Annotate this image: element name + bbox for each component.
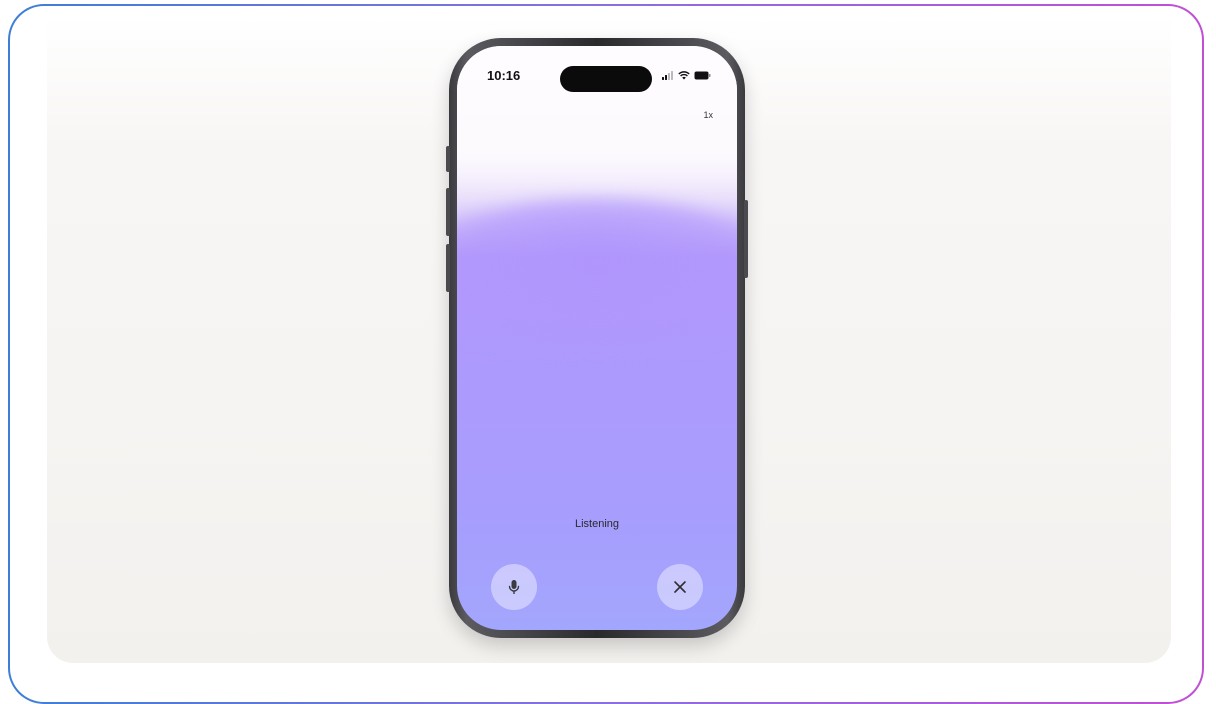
microphone-button[interactable] bbox=[491, 564, 537, 610]
phone-screen: 10:16 1x Listening bbox=[457, 46, 737, 630]
power-button bbox=[744, 200, 748, 278]
status-icons bbox=[662, 71, 711, 80]
signal-icon bbox=[662, 71, 673, 80]
listening-status: Listening bbox=[574, 518, 620, 530]
wifi-icon bbox=[678, 71, 690, 80]
status-time: 10:16 bbox=[487, 68, 521, 83]
dynamic-island bbox=[560, 66, 652, 92]
end-session-button[interactable] bbox=[657, 564, 703, 610]
close-icon bbox=[674, 581, 686, 593]
battery-icon bbox=[694, 71, 711, 80]
volume-down-button bbox=[446, 244, 450, 292]
microphone-icon bbox=[508, 580, 520, 594]
playback-speed-toggle[interactable]: 1x bbox=[703, 110, 713, 120]
volume-up-button bbox=[446, 188, 450, 236]
action-button bbox=[446, 146, 450, 172]
phone-mockup: 10:16 1x Listening bbox=[446, 38, 748, 638]
